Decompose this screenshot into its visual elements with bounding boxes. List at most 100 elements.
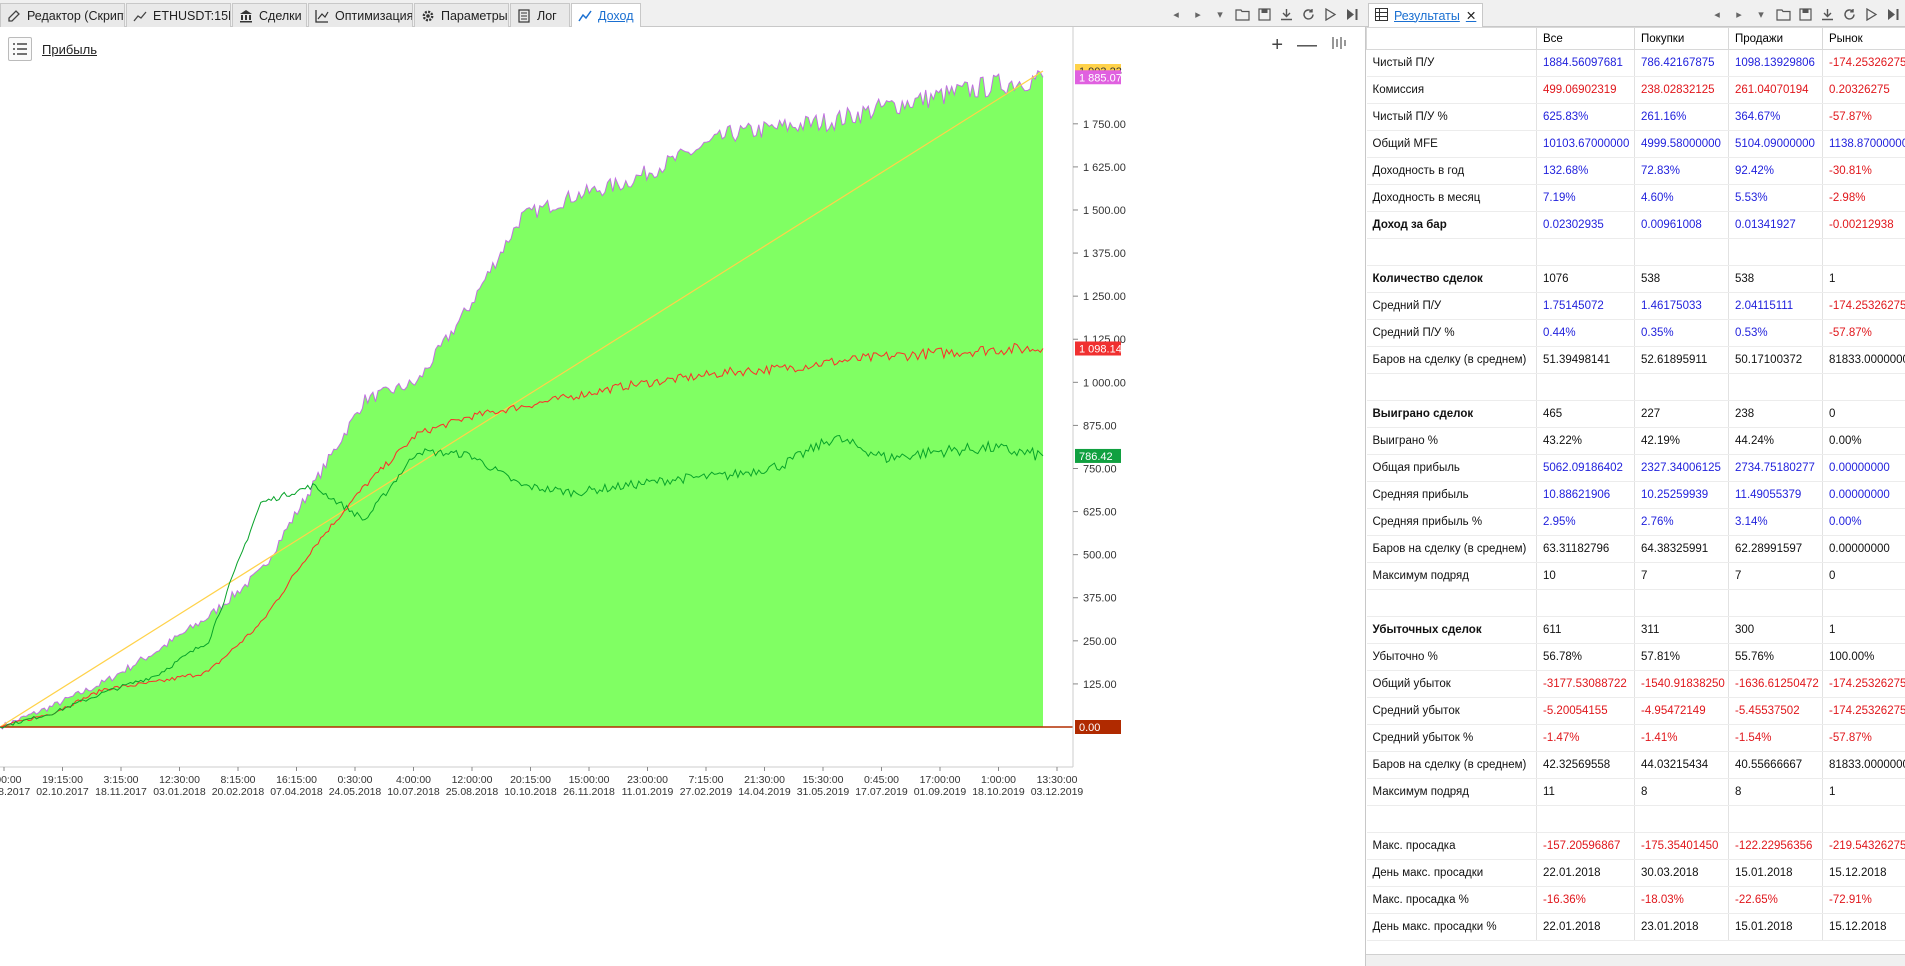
results-row[interactable]: Средний убыток % -1.47% -1.41% -1.54% -57.87… bbox=[1366, 724, 1905, 752]
results-grid[interactable]: Все Покупки Продажи Рынок Чистый П/У 1884… bbox=[1366, 27, 1905, 966]
scroll-left-icon[interactable]: ◂ bbox=[1168, 6, 1184, 22]
results-row[interactable]: Баров на сделку (в среднем) 51.39498141 52… bbox=[1366, 346, 1905, 374]
tab-symbol-chart[interactable]: ETHUSDT:15M bbox=[126, 3, 231, 27]
results-row[interactable]: День макс. просадки % 22.01.2018 23.01.201… bbox=[1366, 913, 1905, 941]
column-header-sells[interactable]: Продажи bbox=[1728, 27, 1823, 50]
dropdown-icon[interactable]: ▾ bbox=[1212, 6, 1228, 22]
play-icon[interactable] bbox=[1863, 6, 1879, 22]
results-row[interactable]: День макс. просадки 22.01.2018 30.03.2018 1… bbox=[1366, 859, 1905, 887]
results-panel: Результаты ✕ ◂ ▸ ▾ Все Покупки Продажи Р… bbox=[1366, 0, 1905, 966]
refresh-icon[interactable] bbox=[1300, 6, 1316, 22]
step-icon[interactable] bbox=[1344, 6, 1360, 22]
metric-value: -174.25326275 bbox=[1822, 292, 1905, 320]
income-chart[interactable]: 1 750.00 1 625.00 1 500.00 1 375.00 1 250.00… bbox=[0, 27, 1366, 966]
dropdown-icon[interactable]: ▾ bbox=[1753, 6, 1769, 22]
results-row[interactable]: Комиссия 499.06902319 238.02832125 261.0407… bbox=[1366, 76, 1905, 104]
results-row[interactable]: Выиграно сделок 465 227 238 0 bbox=[1366, 400, 1905, 428]
metric-value bbox=[1634, 805, 1729, 833]
metric-value: 364.67% bbox=[1728, 103, 1823, 131]
scroll-right-icon[interactable]: ▸ bbox=[1731, 6, 1747, 22]
open-folder-icon[interactable] bbox=[1234, 6, 1250, 22]
results-row[interactable] bbox=[1366, 373, 1905, 401]
results-row[interactable]: Максимум подряд 11 8 8 1 bbox=[1366, 778, 1905, 806]
results-row[interactable]: Общая прибыль 5062.09186402 2327.34006125 2… bbox=[1366, 454, 1905, 482]
chart-menu-button[interactable] bbox=[8, 37, 32, 61]
column-header-label[interactable] bbox=[1366, 27, 1537, 50]
tab-script-editor[interactable]: Редактор (Скрипт) bbox=[0, 3, 125, 27]
metric-label: Баров на сделку (в среднем) bbox=[1366, 751, 1537, 779]
legend-profit-link[interactable]: Прибыль bbox=[42, 42, 97, 57]
x-tick-date: 17.07.2019 bbox=[855, 786, 908, 798]
metric-value: 0.35% bbox=[1634, 319, 1729, 347]
column-header-all[interactable]: Все bbox=[1536, 27, 1635, 50]
tab-results[interactable]: Результаты ✕ bbox=[1368, 3, 1484, 27]
step-icon[interactable] bbox=[1885, 6, 1901, 22]
zoom-in-button[interactable]: + bbox=[1271, 35, 1283, 55]
metric-label: Убыточных сделок bbox=[1366, 616, 1537, 644]
metric-value: 15.01.2018 bbox=[1728, 859, 1823, 887]
x-tick-date: 25.08.2018 bbox=[446, 786, 499, 798]
refresh-icon[interactable] bbox=[1841, 6, 1857, 22]
tab-trades[interactable]: Сделки bbox=[232, 3, 307, 27]
results-row[interactable]: Убыточно % 56.78% 57.81% 55.76% 100.00% bbox=[1366, 643, 1905, 671]
zoom-out-button[interactable]: — bbox=[1297, 35, 1317, 55]
tab-log[interactable]: Лог bbox=[510, 3, 570, 27]
metric-label: Средний П/У % bbox=[1366, 319, 1537, 347]
auto-scale-icon[interactable] bbox=[1331, 35, 1347, 55]
x-tick-time: 12:30:00 bbox=[159, 774, 200, 786]
tab-income[interactable]: Доход ✕ bbox=[571, 3, 641, 27]
tab-parameters[interactable]: Параметры bbox=[414, 3, 509, 27]
play-icon[interactable] bbox=[1322, 6, 1338, 22]
results-row[interactable] bbox=[1366, 589, 1905, 617]
close-tab-icon[interactable]: ✕ bbox=[1466, 8, 1476, 23]
column-header-market[interactable]: Рынок bbox=[1822, 27, 1905, 50]
results-row[interactable]: Доходность в месяц 7.19% 4.60% 5.53% -2.98% bbox=[1366, 184, 1905, 212]
results-row[interactable]: Количество сделок 1076 538 538 1 bbox=[1366, 265, 1905, 293]
tab-label: Доход bbox=[598, 8, 634, 23]
metric-value: -1.41% bbox=[1634, 724, 1729, 752]
results-row[interactable]: Средняя прибыль % 2.95% 2.76% 3.14% 0.00% bbox=[1366, 508, 1905, 536]
results-row[interactable]: Чистый П/У % 625.83% 261.16% 364.67% -57.87% bbox=[1366, 103, 1905, 131]
results-row[interactable]: Убыточных сделок 611 311 300 1 bbox=[1366, 616, 1905, 644]
results-row[interactable] bbox=[1366, 805, 1905, 833]
download-icon[interactable] bbox=[1819, 6, 1835, 22]
metric-value bbox=[1536, 805, 1635, 833]
save-icon[interactable] bbox=[1797, 6, 1813, 22]
column-header-buys[interactable]: Покупки bbox=[1634, 27, 1729, 50]
metric-value: 10103.67000000 bbox=[1536, 130, 1635, 158]
scroll-right-icon[interactable]: ▸ bbox=[1190, 6, 1206, 22]
results-row[interactable]: Доход за бар 0.02302935 0.00961008 0.013419… bbox=[1366, 211, 1905, 239]
metric-value: 8 bbox=[1728, 778, 1823, 806]
results-row[interactable]: Общий MFE 10103.67000000 4999.58000000 5104… bbox=[1366, 130, 1905, 158]
metric-value: 5.53% bbox=[1728, 184, 1823, 212]
results-row[interactable]: Макс. просадка % -16.36% -18.03% -22.65% -72… bbox=[1366, 886, 1905, 914]
metric-value: 15.01.2018 bbox=[1728, 913, 1823, 941]
metric-label: Доходность в месяц bbox=[1366, 184, 1537, 212]
horizontal-scrollbar[interactable] bbox=[1366, 954, 1905, 966]
results-row[interactable]: Выиграно % 43.22% 42.19% 44.24% 0.00% bbox=[1366, 427, 1905, 455]
results-row[interactable]: Средняя прибыль 10.88621906 10.25259939 11.… bbox=[1366, 481, 1905, 509]
results-row[interactable]: Доходность в год 132.68% 72.83% 92.42% -30.8… bbox=[1366, 157, 1905, 185]
metric-label: Чистый П/У % bbox=[1366, 103, 1537, 131]
results-row[interactable]: Средний убыток -5.20054155 -4.95472149 -5.4… bbox=[1366, 697, 1905, 725]
x-tick-time: 15:30:00 bbox=[803, 774, 844, 786]
results-row[interactable]: Средний П/У 1.75145072 1.46175033 2.0411511… bbox=[1366, 292, 1905, 320]
x-tick-date: 27.02.2019 bbox=[680, 786, 733, 798]
results-row[interactable]: Чистый П/У 1884.56097681 786.42167875 1098.… bbox=[1366, 49, 1905, 77]
tab-optimization[interactable]: Оптимизация bbox=[308, 3, 413, 27]
metric-value: -18.03% bbox=[1634, 886, 1729, 914]
download-icon[interactable] bbox=[1278, 6, 1294, 22]
results-row[interactable]: Средний П/У % 0.44% 0.35% 0.53% -57.87% bbox=[1366, 319, 1905, 347]
results-row[interactable] bbox=[1366, 238, 1905, 266]
open-folder-icon[interactable] bbox=[1775, 6, 1791, 22]
results-row[interactable]: Макс. просадка -157.20596867 -175.35401450… bbox=[1366, 832, 1905, 860]
results-row[interactable]: Максимум подряд 10 7 7 0 bbox=[1366, 562, 1905, 590]
results-row[interactable]: Баров на сделку (в среднем) 63.31182796 64… bbox=[1366, 535, 1905, 563]
results-row[interactable]: Общий убыток -3177.53088722 -1540.91838250… bbox=[1366, 670, 1905, 698]
x-tick-date: 01.09.2019 bbox=[914, 786, 967, 798]
results-table-icon bbox=[1375, 7, 1388, 24]
scroll-left-icon[interactable]: ◂ bbox=[1709, 6, 1725, 22]
save-icon[interactable] bbox=[1256, 6, 1272, 22]
results-row[interactable]: Баров на сделку (в среднем) 42.32569558 44… bbox=[1366, 751, 1905, 779]
metric-value: 0.00000000 bbox=[1822, 535, 1905, 563]
